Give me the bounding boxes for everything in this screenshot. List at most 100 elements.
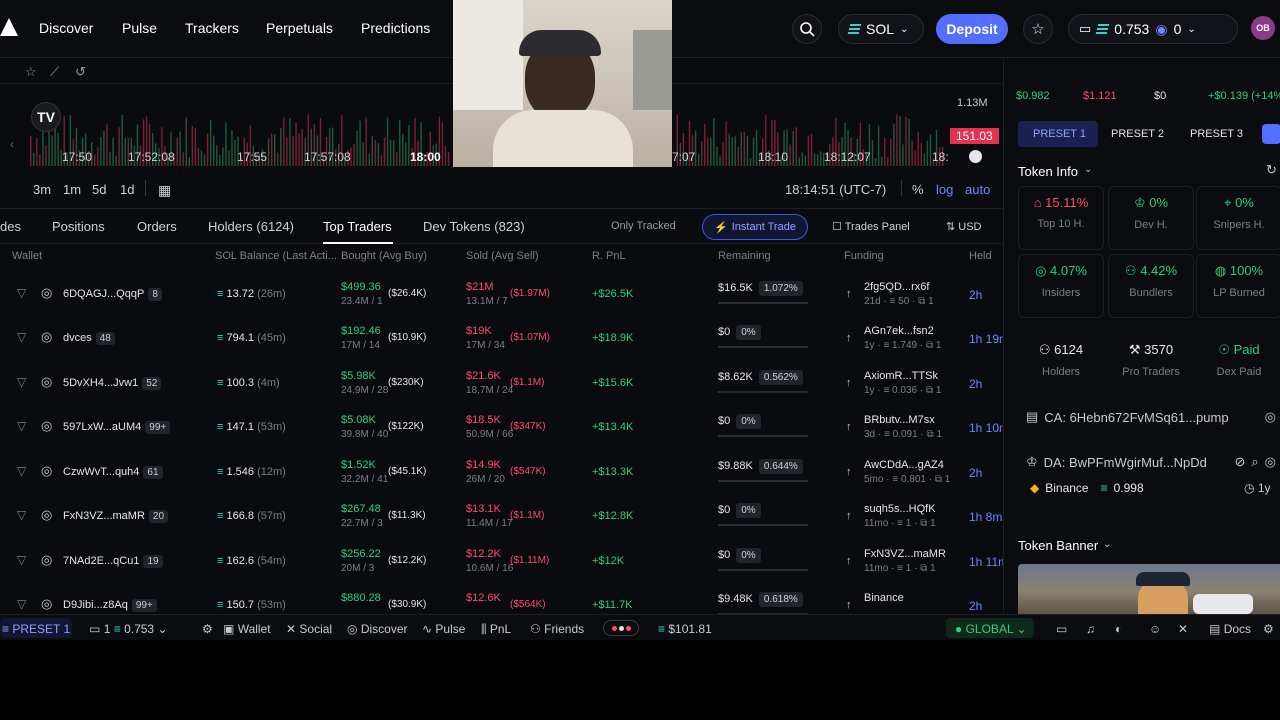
search-wallet-icon[interactable]: ◎ bbox=[41, 329, 52, 345]
bottom-pnl[interactable]: ⫼ PnL bbox=[481, 622, 511, 637]
avatar[interactable]: OB bbox=[1251, 16, 1275, 40]
search-wallet-icon[interactable]: ◎ bbox=[41, 285, 52, 301]
wallet-cell[interactable]: 6DQAGJ...QqqP 8 bbox=[63, 288, 162, 301]
history-icon[interactable]: ↺ bbox=[75, 64, 86, 80]
preset-2-tab[interactable]: PRESET 2 bbox=[1111, 128, 1164, 140]
funding-source[interactable]: AwCDdA...gAZ4 bbox=[864, 459, 944, 471]
line-chart-icon[interactable]: ⟋ bbox=[50, 64, 59, 80]
x-logo-icon[interactable]: ✕ bbox=[1178, 622, 1188, 636]
bottom-preset[interactable]: ≡ PRESET 1 bbox=[2, 622, 70, 636]
token-banner-heading[interactable]: Token Banner bbox=[1018, 538, 1098, 553]
instant-trade-button[interactable]: ⚡ Instant Trade bbox=[702, 214, 808, 240]
wallet-cell[interactable]: 7NAd2E...qCu1 19 bbox=[63, 555, 163, 568]
funding-source[interactable]: BRbutv...M7sx bbox=[864, 414, 935, 426]
wallet-cell[interactable]: 597LxW...aUM4 99+ bbox=[63, 421, 171, 434]
search-wallet-icon[interactable]: ◎ bbox=[41, 552, 52, 568]
preset-3-tab[interactable]: PRESET 3 bbox=[1190, 128, 1243, 140]
preset-settings-icon[interactable] bbox=[1262, 124, 1280, 144]
search-wallet-icon[interactable]: ◎ bbox=[41, 463, 52, 479]
search-wallet-icon[interactable]: ◎ bbox=[41, 374, 52, 390]
funding-source[interactable]: Binance bbox=[864, 592, 904, 604]
search-wallet-icon[interactable]: ◎ bbox=[41, 596, 52, 612]
nav-discover[interactable]: Discover bbox=[39, 20, 93, 36]
table-row[interactable]: ▽ ◎ dvces 48 ≡ 794.1 (45m) $192.46 ($10.9… bbox=[0, 316, 1009, 360]
filter-icon[interactable]: ▽ bbox=[17, 553, 26, 567]
filter-icon[interactable]: ▽ bbox=[17, 508, 26, 522]
settings-icon[interactable]: ⚙ bbox=[1263, 622, 1274, 636]
filter-icon[interactable]: ▽ bbox=[17, 375, 26, 389]
hide-icon[interactable]: ⊘ bbox=[1234, 454, 1245, 470]
timeframe-5d[interactable]: 5d bbox=[92, 182, 106, 197]
wallet-cell[interactable]: dvces 48 bbox=[63, 332, 115, 345]
tab-holders[interactable]: Holders (6124) bbox=[208, 219, 294, 234]
bottom-pulse[interactable]: ∿ Pulse bbox=[422, 622, 465, 636]
timeframe-1d[interactable]: 1d bbox=[120, 182, 134, 197]
timeframe-3m[interactable]: 3m bbox=[33, 182, 51, 197]
wallet-cell[interactable]: CzwWvT...quh4 61 bbox=[63, 466, 163, 479]
funding-source[interactable]: FxN3VZ...maMR bbox=[864, 548, 946, 560]
search-icon[interactable]: ⌕ bbox=[1251, 454, 1258, 470]
search-wallet-icon[interactable]: ◎ bbox=[41, 418, 52, 434]
tradingview-logo-icon[interactable]: TV bbox=[31, 102, 61, 132]
chevron-left-icon[interactable]: ‹ bbox=[10, 137, 14, 151]
deposit-button[interactable]: Deposit bbox=[936, 14, 1008, 44]
axiom-logo-icon[interactable] bbox=[0, 18, 18, 36]
percent-toggle[interactable]: % bbox=[912, 182, 924, 197]
table-row[interactable]: ▽ ◎ 7NAd2E...qCu1 19 ≡ 162.6 (54m) $256.2… bbox=[0, 539, 1008, 583]
wallet-cell[interactable]: FxN3VZ...maMR 20 bbox=[63, 510, 169, 523]
docs-link[interactable]: ▤ Docs bbox=[1209, 622, 1251, 636]
tab-dev-tokens[interactable]: Dev Tokens (823) bbox=[423, 219, 525, 234]
table-row[interactable]: ▽ ◎ FxN3VZ...maMR 20 ≡ 166.8 (57m) $267.4… bbox=[0, 494, 1003, 538]
auto-toggle[interactable]: auto bbox=[965, 182, 990, 197]
search-icon[interactable]: ◎ bbox=[1265, 409, 1276, 425]
settings-icon[interactable]: ⚙ bbox=[202, 622, 213, 636]
only-tracked-toggle[interactable]: Only Tracked bbox=[611, 220, 676, 232]
currency-toggle[interactable]: ⇅ USD bbox=[946, 220, 982, 233]
search-wallet-icon[interactable]: ◎ bbox=[41, 507, 52, 523]
calendar-icon[interactable]: ▦ bbox=[158, 182, 171, 199]
star-icon[interactable]: ☆ bbox=[25, 64, 37, 80]
tab-orders[interactable]: Orders bbox=[137, 219, 177, 234]
settings-dot-icon[interactable] bbox=[969, 150, 982, 163]
nav-perpetuals[interactable]: Perpetuals bbox=[266, 20, 333, 36]
watchlist-button[interactable]: ☆ bbox=[1023, 14, 1053, 44]
filter-icon[interactable]: ▽ bbox=[17, 286, 26, 300]
table-row[interactable]: ▽ ◎ 6DQAGJ...QqqP 8 ≡ 13.72 (26m) $499.36… bbox=[0, 272, 1003, 316]
funding-source[interactable]: AGn7ek...fsn2 bbox=[864, 325, 934, 337]
wallet-cell[interactable]: D9Jibi...z8Aq 99+ bbox=[63, 599, 157, 612]
tab-trades[interactable]: des bbox=[0, 219, 21, 234]
funding-source[interactable]: AxiomR...TTSk bbox=[864, 370, 938, 382]
filter-icon[interactable]: ▽ bbox=[17, 597, 26, 611]
tab-top-traders[interactable]: Top Traders bbox=[323, 219, 392, 234]
wallet-selector[interactable]: ▭ 0.753 ◉ 0 ⌄ bbox=[1068, 14, 1238, 44]
funding-source[interactable]: suqh5s...HQfK bbox=[864, 503, 936, 515]
contract-address[interactable]: ▤ CA: 6Hebn672FvMSq61...pump ◎ bbox=[1018, 401, 1280, 433]
search-button[interactable] bbox=[792, 14, 822, 44]
timeframe-1m[interactable]: 1m bbox=[63, 182, 81, 197]
discord-icon[interactable]: ☺ bbox=[1149, 622, 1161, 636]
filter-icon[interactable]: ▽ bbox=[17, 464, 26, 478]
table-row[interactable]: ▽ ◎ CzwWvT...quh4 61 ≡ 1.546 (12m) $1.52K… bbox=[0, 450, 1003, 494]
search-icon[interactable]: ◎ bbox=[1265, 454, 1276, 470]
filter-icon[interactable]: ▽ bbox=[17, 330, 26, 344]
nav-pulse[interactable]: Pulse bbox=[122, 20, 157, 36]
bottom-friends[interactable]: ⚇ Friends bbox=[530, 622, 584, 636]
wallet-cell[interactable]: 5DvXH4...Jvw1 52 bbox=[63, 377, 162, 390]
palette-icon[interactable]: ◐ bbox=[1115, 622, 1122, 636]
bottom-wallet[interactable]: ▣ Wallet bbox=[223, 622, 271, 636]
tab-positions[interactable]: Positions bbox=[52, 219, 105, 234]
bottom-social[interactable]: ✕ Social bbox=[286, 622, 332, 636]
funding-source[interactable]: 2fg5QD...rx6f bbox=[864, 281, 929, 293]
dev-address[interactable]: ♔ DA: BwPFmWgirMuf...NpDd ⊘ ⌕ ◎ bbox=[1018, 446, 1280, 478]
nav-predictions[interactable]: Predictions bbox=[361, 20, 430, 36]
bell-icon[interactable]: ♫ bbox=[1086, 622, 1095, 636]
bottom-wallet-selector[interactable]: ▭ 1 ≡ 0.753 ⌄ bbox=[89, 622, 168, 636]
nav-trackers[interactable]: Trackers bbox=[185, 20, 239, 36]
filter-icon[interactable]: ▽ bbox=[17, 419, 26, 433]
layout-icon[interactable]: ▭ bbox=[1056, 622, 1067, 636]
chain-selector[interactable]: SOL ⌄ bbox=[838, 14, 924, 44]
token-info-heading[interactable]: Token Info bbox=[1018, 164, 1078, 179]
bottom-discover[interactable]: ◎ Discover bbox=[347, 622, 408, 636]
table-row[interactable]: ▽ ◎ 597LxW...aUM4 99+ ≡ 147.1 (53m) $5.08… bbox=[0, 405, 1009, 449]
refresh-icon[interactable]: ↻ bbox=[1266, 162, 1277, 178]
